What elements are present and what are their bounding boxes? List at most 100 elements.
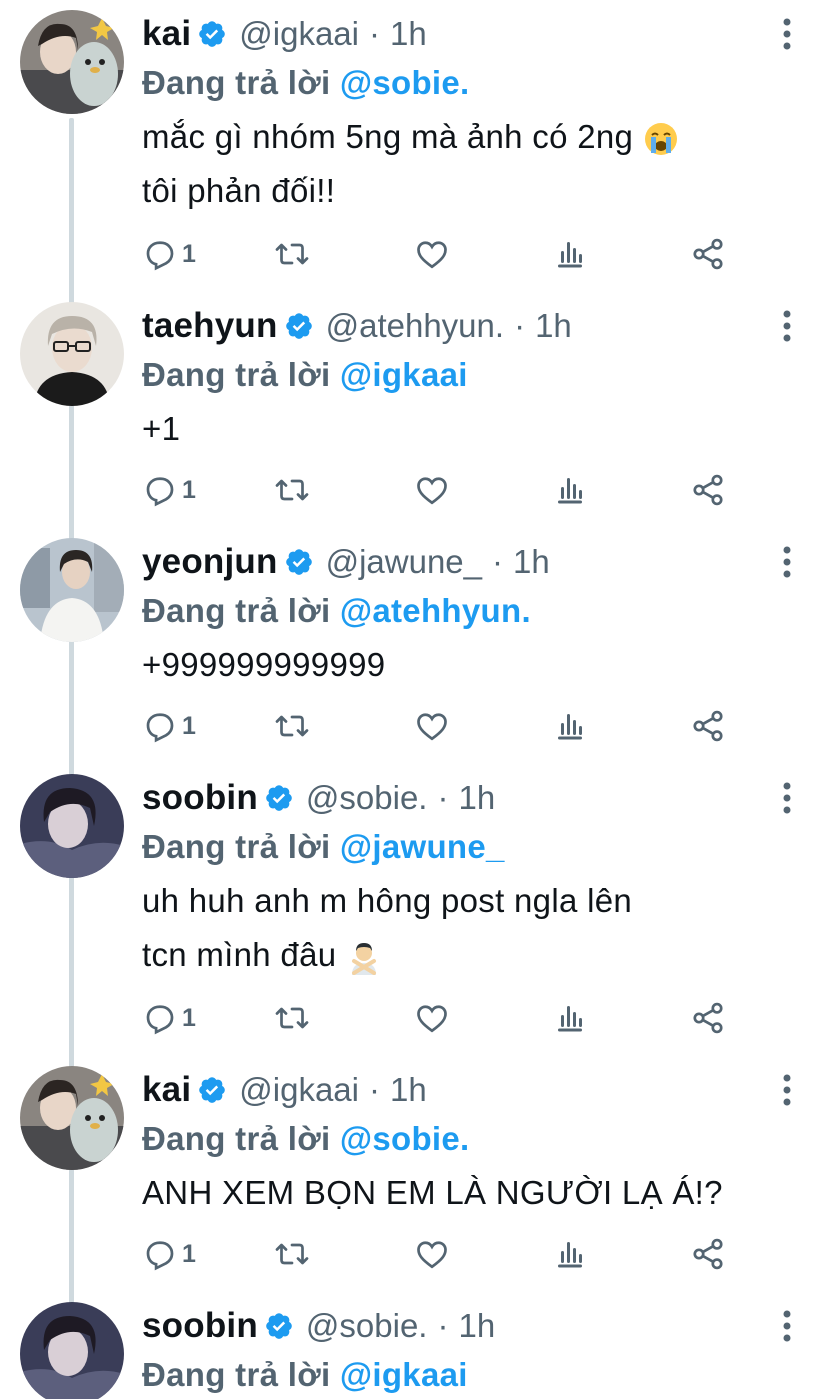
retweet-button[interactable] — [274, 234, 310, 274]
analytics-button[interactable] — [552, 1234, 588, 1274]
share-button[interactable] — [690, 470, 726, 510]
share-icon — [693, 1238, 723, 1270]
separator: · — [437, 779, 449, 816]
reply-context: Đang trả lời @sobie. — [142, 60, 818, 106]
display-name[interactable]: taehyun — [142, 306, 278, 346]
timestamp[interactable]: 1h — [513, 543, 550, 581]
handle[interactable]: @sobie. — [306, 779, 428, 817]
timestamp[interactable]: 1h — [458, 1307, 495, 1345]
handle[interactable]: @igkaai — [239, 15, 359, 53]
display-name[interactable]: kai — [142, 1070, 191, 1110]
retweet-button[interactable] — [274, 470, 310, 510]
analytics-button[interactable] — [552, 998, 588, 1038]
reply-context: Đang trả lời @jawune_ — [142, 824, 818, 870]
tweet-line: uh huh anh m hông post ngla lên — [142, 882, 633, 919]
timestamp[interactable]: 1h — [390, 1071, 427, 1109]
handle[interactable]: @atehhyun. — [326, 307, 504, 345]
reply-icon — [146, 241, 174, 271]
display-name[interactable]: kai — [142, 14, 191, 54]
more-vertical-icon[interactable] — [782, 546, 792, 586]
retweet-button[interactable] — [274, 1234, 310, 1274]
like-button[interactable] — [414, 998, 450, 1038]
tweet-line: tôi phản đối!! — [142, 172, 336, 209]
reply-mention[interactable]: @igkaai — [340, 356, 468, 393]
more-vertical-icon[interactable] — [782, 1074, 792, 1114]
timestamp[interactable]: 1h — [458, 779, 495, 817]
tweet[interactable]: kai @igkaai · 1h Đang trả lời @sobie. AN… — [0, 1056, 828, 1292]
analytics-button[interactable] — [552, 470, 588, 510]
reply-mention[interactable]: @sobie. — [340, 64, 470, 101]
retweet-button[interactable] — [274, 706, 310, 746]
like-button[interactable] — [414, 1234, 450, 1274]
verified-badge-icon — [266, 1313, 292, 1339]
tweet-text: +999999999999 — [142, 638, 818, 692]
reply-button[interactable]: 1 — [142, 234, 196, 274]
retweet-icon — [275, 1007, 309, 1029]
separator: · — [492, 543, 504, 580]
more-vertical-icon[interactable] — [782, 310, 792, 350]
tweet[interactable]: soobin @sobie. · 1h Đang trả lời @igkaai — [0, 1292, 828, 1399]
tweet[interactable]: soobin @sobie. · 1h Đang trả lời @jawune… — [0, 764, 828, 1058]
verified-badge-icon — [199, 1077, 226, 1103]
analytics-button[interactable] — [552, 706, 588, 746]
separator: · — [514, 307, 526, 344]
display-name[interactable]: yeonjun — [142, 542, 278, 582]
reply-count: 1 — [182, 239, 196, 268]
reply-mention[interactable]: @atehhyun. — [340, 592, 531, 629]
reply-button[interactable]: 1 — [142, 470, 196, 510]
timestamp[interactable]: 1h — [390, 15, 427, 53]
separator: · — [369, 1071, 380, 1108]
reply-icon — [146, 477, 174, 507]
timestamp[interactable]: 1h — [535, 307, 572, 345]
display-name[interactable]: soobin — [142, 1306, 258, 1346]
handle[interactable]: @igkaai — [239, 1071, 359, 1109]
avatar[interactable] — [20, 1302, 124, 1399]
share-button[interactable] — [690, 234, 726, 274]
handle[interactable]: @jawune_ — [326, 543, 482, 581]
more-vertical-icon[interactable] — [782, 18, 792, 58]
share-button[interactable] — [690, 706, 726, 746]
like-button[interactable] — [414, 470, 450, 510]
avatar[interactable] — [20, 774, 124, 878]
retweet-icon — [275, 715, 309, 737]
tweet[interactable]: taehyun @atehhyun. · 1h Đang trả lời @ig… — [0, 292, 828, 528]
display-name[interactable]: soobin — [142, 778, 258, 818]
like-icon — [417, 713, 447, 741]
avatar[interactable] — [20, 1066, 124, 1170]
retweet-icon — [275, 243, 309, 265]
retweet-icon — [275, 479, 309, 501]
verified-badge-icon — [285, 313, 312, 339]
reply-button[interactable]: 1 — [142, 706, 196, 746]
reply-count: 1 — [182, 711, 196, 740]
reply-icon — [146, 1005, 174, 1035]
reply-prefix: Đang trả lời — [142, 1356, 331, 1393]
share-button[interactable] — [690, 998, 726, 1038]
analytics-icon — [558, 1242, 582, 1268]
reply-mention[interactable]: @igkaai — [340, 1356, 468, 1393]
avatar[interactable] — [20, 538, 124, 642]
like-button[interactable] — [414, 706, 450, 746]
tweet[interactable]: yeonjun @jawune_ · 1h Đang trả lời @ateh… — [0, 528, 828, 764]
retweet-button[interactable] — [274, 998, 310, 1038]
like-icon — [417, 241, 447, 269]
more-vertical-icon[interactable] — [782, 782, 792, 822]
share-button[interactable] — [690, 1234, 726, 1274]
tweet[interactable]: kai @igkaai · 1h Đang trả lời @sobie. mắ… — [0, 0, 828, 290]
analytics-icon — [558, 714, 582, 740]
avatar[interactable] — [20, 302, 124, 406]
reply-mention[interactable]: @sobie. — [340, 1120, 470, 1157]
handle[interactable]: @sobie. — [306, 1307, 428, 1345]
more-vertical-icon[interactable] — [782, 1310, 792, 1350]
avatar[interactable] — [20, 10, 124, 114]
tweet-line: +1 — [142, 410, 181, 447]
like-button[interactable] — [414, 234, 450, 274]
reply-prefix: Đang trả lời — [142, 64, 331, 101]
reply-icon — [146, 713, 174, 743]
reply-button[interactable]: 1 — [142, 998, 196, 1038]
reply-mention[interactable]: @jawune_ — [340, 828, 505, 865]
verified-badge-icon — [285, 549, 312, 575]
tweet-line: ANH XEM BỌN EM LÀ NGƯỜI LẠ Á!? — [142, 1174, 723, 1211]
analytics-button[interactable] — [552, 234, 588, 274]
reply-context: Đang trả lời @sobie. — [142, 1116, 818, 1162]
reply-button[interactable]: 1 — [142, 1234, 196, 1274]
